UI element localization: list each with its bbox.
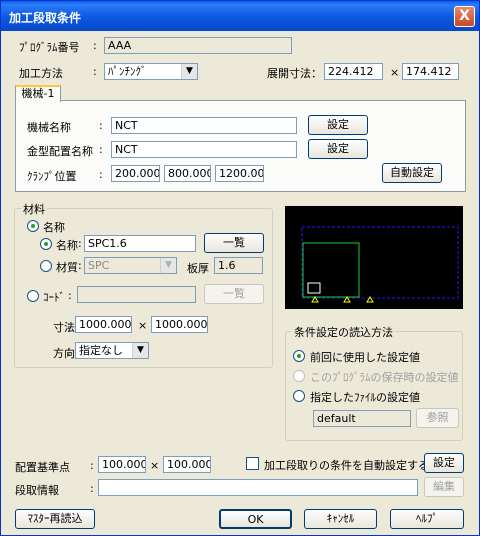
chevron-down-icon: ▼ — [181, 64, 197, 79]
size-x-field[interactable]: 1000.000 — [75, 316, 132, 333]
tab-machine-1-label: 機械-1 — [21, 87, 55, 100]
load-program-saved-radio[interactable] — [293, 370, 305, 382]
auto-setup-checkbox[interactable] — [246, 457, 259, 470]
material-grade-label: 材質 — [56, 261, 78, 274]
thickness-label: 板厚 — [187, 262, 209, 275]
size-y-field[interactable]: 1000.000 — [151, 316, 208, 333]
cancel-button[interactable]: ｷｬﾝｾﾙ — [304, 509, 377, 529]
close-button[interactable]: X — [454, 6, 475, 27]
browse-button[interactable]: 参照 — [416, 408, 459, 428]
die-layout-field[interactable]: NCT — [111, 141, 297, 158]
placement-settings-button[interactable]: 設定 — [424, 453, 464, 473]
direction-select[interactable]: 指定なし ▼ — [75, 342, 149, 359]
machine-name-settings-button[interactable]: 設定 — [308, 115, 368, 135]
setup-info-edit-button[interactable]: 編集 — [424, 477, 464, 497]
material-group-title: 材料 — [21, 201, 47, 217]
ok-button[interactable]: OK — [219, 509, 292, 529]
direction-label: 方向 — [53, 347, 75, 360]
die-layout-colon: : — [99, 143, 103, 156]
tab-machine-1[interactable]: 機械-1 — [15, 85, 61, 102]
machine-name-colon: : — [99, 119, 103, 132]
size-label: 寸法 — [53, 321, 75, 334]
clamp-position-3-field[interactable]: 1200.000 — [215, 165, 264, 182]
placement-y-field[interactable]: 100.000 — [163, 456, 211, 473]
chevron-down-icon: ▼ — [160, 258, 176, 273]
die-layout-settings-button[interactable]: 設定 — [308, 139, 368, 159]
expansion-label: 展開寸法： — [267, 67, 322, 80]
code-colon: : — [68, 289, 72, 302]
method-colon: : — [93, 65, 97, 78]
clamp-position-label: ｸﾗﾝﾌﾟ位置 — [27, 170, 77, 183]
code-list-button[interactable]: 一覧 — [204, 284, 264, 304]
placement-times: × — [150, 459, 160, 472]
code-field[interactable] — [77, 286, 196, 303]
machine-name-field[interactable]: NCT — [111, 117, 297, 134]
dialog-window: 加工段取条件 X ﾌﾟﾛｸﾞﾗﾑ番号 : AAA 加工方法 : ﾊﾟﾝﾁﾝｸﾞ … — [0, 0, 480, 536]
load-file-field: default — [313, 410, 411, 427]
method-label: 加工方法 — [19, 67, 63, 80]
load-previous-radio[interactable] — [293, 350, 305, 362]
part-outline — [302, 242, 360, 298]
material-list-button[interactable]: 一覧 — [204, 233, 264, 253]
program-number-field: AAA — [104, 37, 292, 54]
size-colon: : — [67, 319, 71, 332]
material-sub-name-label: 名称 — [56, 239, 78, 252]
load-method-group-title: 条件設定の読込方法 — [292, 324, 395, 340]
material-grade-select-value: SPC — [88, 259, 110, 272]
load-previous-label: 前回に使用した設定値 — [310, 351, 420, 364]
program-colon: : — [93, 39, 97, 52]
placement-label: 配置基準点 — [15, 461, 70, 474]
material-name-field[interactable]: SPC1.6 — [84, 235, 196, 252]
placement-x-field[interactable]: 100.000 — [98, 456, 146, 473]
title-bar: 加工段取条件 X — [1, 1, 479, 31]
direction-select-value: 指定なし — [79, 344, 123, 357]
clamp-position-colon: : — [99, 168, 103, 181]
direction-colon: : — [67, 345, 71, 358]
material-grade-colon: : — [78, 259, 82, 272]
layout-preview-drawing — [301, 226, 459, 303]
code-radio[interactable] — [27, 290, 39, 302]
load-file-label: 指定したﾌｧｲﾙの設定値 — [310, 391, 420, 404]
die-layout-label: 金型配置名称 — [27, 145, 93, 158]
auto-setup-label: 加工段取りの条件を自動設定する — [264, 459, 429, 472]
program-label: ﾌﾟﾛｸﾞﾗﾑ番号 — [19, 41, 80, 54]
material-name-radio-label: 名称 — [43, 221, 65, 234]
method-select[interactable]: ﾊﾟﾝﾁﾝｸﾞ ▼ — [104, 63, 198, 80]
setup-info-colon: : — [90, 482, 94, 495]
expansion-times: × — [390, 66, 400, 79]
setup-info-field[interactable] — [98, 479, 418, 496]
method-select-value: ﾊﾟﾝﾁﾝｸﾞ — [108, 65, 147, 78]
machine-name-label: 機械名称 — [27, 121, 71, 134]
clamp-position-2-field[interactable]: 800.000 — [164, 165, 211, 182]
material-sub-name-radio[interactable] — [40, 238, 52, 250]
placement-colon: : — [90, 459, 94, 472]
material-name-radio[interactable] — [27, 220, 39, 232]
setup-info-label: 段取情報 — [15, 484, 59, 497]
thickness-field: 1.6 — [214, 257, 263, 274]
auto-settings-button[interactable]: 自動設定 — [382, 163, 442, 183]
expansion-y-field[interactable]: 174.412 — [402, 63, 459, 80]
sheet-outline — [301, 226, 459, 299]
code-radio-label: ｺｰﾄﾞ — [43, 291, 65, 304]
load-program-saved-label: このﾌﾟﾛｸﾞﾗﾑの保存時の設定値 — [310, 371, 459, 384]
reload-master-button[interactable]: ﾏｽﾀｰ再読込 — [15, 509, 95, 529]
material-sub-name-colon: : — [78, 237, 82, 250]
clamp-position-1-field[interactable]: 200.000 — [111, 165, 160, 182]
layout-preview-canvas — [285, 206, 463, 309]
load-file-radio[interactable] — [293, 390, 305, 402]
chevron-down-icon: ▼ — [132, 343, 148, 358]
material-grade-radio[interactable] — [40, 260, 52, 272]
window-title: 加工段取条件 — [9, 11, 82, 25]
expansion-x-field[interactable]: 224.412 — [324, 63, 383, 80]
help-button[interactable]: ﾍﾙﾌﾟ — [390, 509, 464, 529]
material-grade-select[interactable]: SPC ▼ — [84, 257, 177, 274]
origin-marker — [307, 282, 321, 294]
size-times: × — [138, 319, 148, 332]
